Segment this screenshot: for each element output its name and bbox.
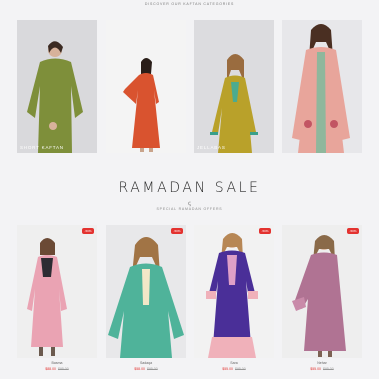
sale-price: $55.00 xyxy=(222,367,233,371)
category-label-1: SHORT KAFTAN xyxy=(20,145,64,150)
category-tile-2[interactable] xyxy=(106,20,186,153)
sale-subtitle: SPECIAL RAMADAN OFFERS xyxy=(156,207,223,211)
product-card-3[interactable]: -50% Sara $55.00 $95.00 xyxy=(194,225,274,375)
product-image-4[interactable]: -50% xyxy=(282,225,362,358)
category-tile-1[interactable]: SHORT KAFTAN xyxy=(17,20,97,153)
product-image-2[interactable]: -50% xyxy=(106,225,186,358)
category-image-2 xyxy=(106,20,186,153)
discount-badge: -50% xyxy=(346,228,359,234)
product-card-1[interactable]: -50% Basma $88.00 $95.00 xyxy=(17,225,97,375)
discount-badge: -50% xyxy=(81,228,94,234)
product-image-3[interactable]: -50% xyxy=(194,225,274,358)
sale-title: RAMADAN SALE xyxy=(118,180,261,196)
product-price: $88.00 $95.00 xyxy=(17,367,97,371)
category-label-3: JELLABAS xyxy=(197,145,226,150)
discount-badge: -50% xyxy=(258,228,271,234)
sale-price: $88.00 xyxy=(45,367,56,371)
ornament-icon: ꞔ xyxy=(188,201,191,207)
sale-price: $55.00 xyxy=(310,367,321,371)
section-caption: DISCOVER OUR KAFTAN CATEGORIES xyxy=(144,2,235,6)
discount-badge: -50% xyxy=(170,228,183,234)
original-price: $95.00 xyxy=(58,367,69,371)
sale-price: $58.00 xyxy=(134,367,145,371)
product-price: $55.00 $95.00 xyxy=(194,367,274,371)
category-image-3 xyxy=(194,20,274,153)
category-tile-3[interactable]: JELLABAS xyxy=(194,20,274,153)
product-price: $55.00 $95.00 xyxy=(282,367,362,371)
product-card-4[interactable]: -50% Nehar $55.00 $95.00 xyxy=(282,225,362,375)
category-image-4 xyxy=(282,20,362,153)
original-price: $95.00 xyxy=(147,367,158,371)
product-name[interactable]: Sara xyxy=(194,361,274,365)
category-tile-4[interactable] xyxy=(282,20,362,153)
product-price: $58.00 $95.00 xyxy=(106,367,186,371)
product-image-1[interactable]: -50% xyxy=(17,225,97,358)
product-name[interactable]: Basma xyxy=(17,361,97,365)
product-card-2[interactable]: -50% Sadaqa $58.00 $95.00 xyxy=(106,225,186,375)
product-name[interactable]: Sadaqa xyxy=(106,361,186,365)
original-price: $95.00 xyxy=(235,367,246,371)
original-price: $95.00 xyxy=(323,367,334,371)
category-image-1 xyxy=(17,20,97,153)
product-name[interactable]: Nehar xyxy=(282,361,362,365)
